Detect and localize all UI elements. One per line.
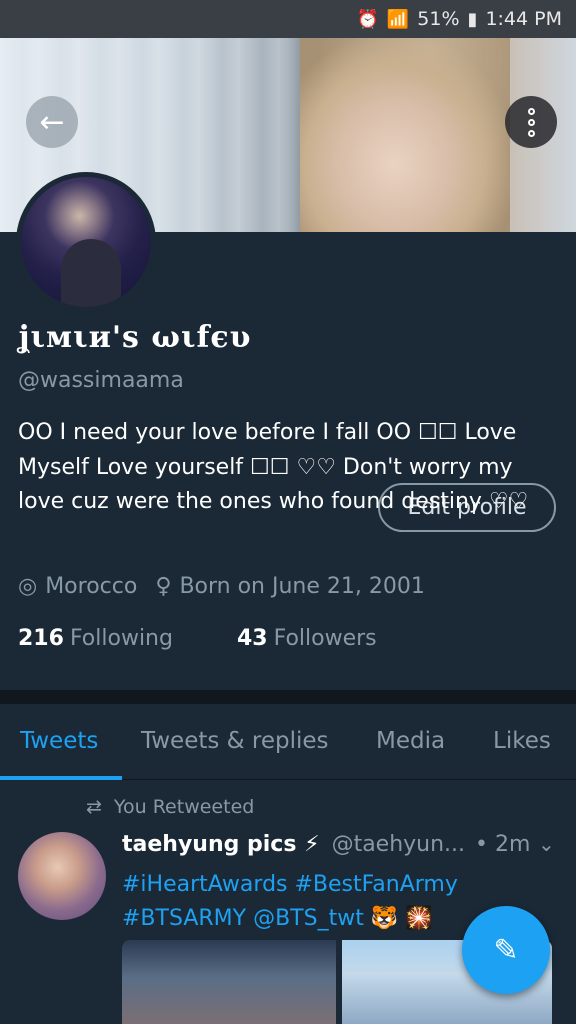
location-item: ◎ Morocco [18, 574, 137, 599]
profile-handle: @wassimaama [18, 368, 184, 393]
chevron-down-icon[interactable]: ⌄ [538, 832, 555, 856]
profile-bio: OO I need your love before I fall OO ☐☐ … [18, 420, 529, 514]
tweet-text: #iHeartAwards #BestFanArmy #BTSARMY @BTS… [122, 872, 458, 931]
more-options-button[interactable] [505, 96, 557, 148]
tab-likes[interactable]: Likes [493, 728, 551, 754]
retweet-icon: ⇄ [86, 796, 102, 818]
alarm-icon: ⏰ [356, 8, 379, 30]
arrow-left-icon: ← [39, 104, 65, 140]
display-name: ʝιмιи'ѕ ωιfєυ [18, 320, 252, 355]
profile-stats: 216 Following 43 Followers [18, 626, 377, 651]
retweet-label: You Retweeted [113, 796, 255, 818]
banner-portrait [300, 38, 510, 232]
followers-label: Followers [273, 626, 377, 651]
birthday-text: Born on June 21, 2001 [179, 574, 425, 599]
tab-tweets-replies[interactable]: Tweets & replies [141, 728, 329, 754]
vertical-dots-icon [527, 107, 535, 115]
status-bar: ⏰ 📶 51% ▮ 1:44 PM [0, 0, 576, 38]
tweet-author-handle: @taehyun... [331, 832, 466, 857]
retweet-context: ⇄ You Retweeted [86, 796, 254, 818]
tweet-header: taehyung pics ⚡ @taehyun... • 2m [122, 832, 562, 857]
wifi-icon: 📶 [386, 8, 410, 30]
tweet-media-image-1[interactable] [122, 940, 336, 1024]
section-divider [0, 690, 576, 704]
battery-icon: ▮ [467, 8, 478, 30]
tweet-author-name[interactable]: taehyung pics ⚡ [122, 832, 320, 857]
back-button[interactable]: ← [26, 96, 78, 148]
tab-tweets[interactable]: Tweets [20, 728, 98, 754]
pin-icon: ◎ [18, 574, 38, 599]
compose-tweet-button[interactable]: ✎ [462, 906, 550, 994]
profile-tabs: Tweets Tweets & replies Media Likes [0, 704, 576, 780]
following-label: Following [69, 626, 173, 651]
status-time: 1:44 PM [485, 8, 562, 30]
location-text: Morocco [45, 574, 138, 599]
following-link[interactable]: 216 Following [18, 626, 173, 651]
following-count: 216 [18, 626, 64, 651]
followers-count: 43 [236, 626, 268, 651]
followers-link[interactable]: 43 Followers [237, 626, 377, 651]
tab-media[interactable]: Media [376, 728, 445, 754]
birthday-item: ♀ Born on June 21, 2001 [155, 574, 425, 599]
balloon-icon: ♀ [155, 574, 172, 599]
profile-avatar[interactable] [16, 172, 156, 312]
battery-level: 51% [417, 8, 460, 30]
profile-meta: ◎ Morocco ♀ Born on June 21, 2001 [18, 574, 425, 599]
feather-plus-icon: ✎ [493, 932, 519, 968]
tweet-time: • 2m [475, 832, 531, 857]
tweet-author-avatar[interactable] [18, 832, 106, 920]
